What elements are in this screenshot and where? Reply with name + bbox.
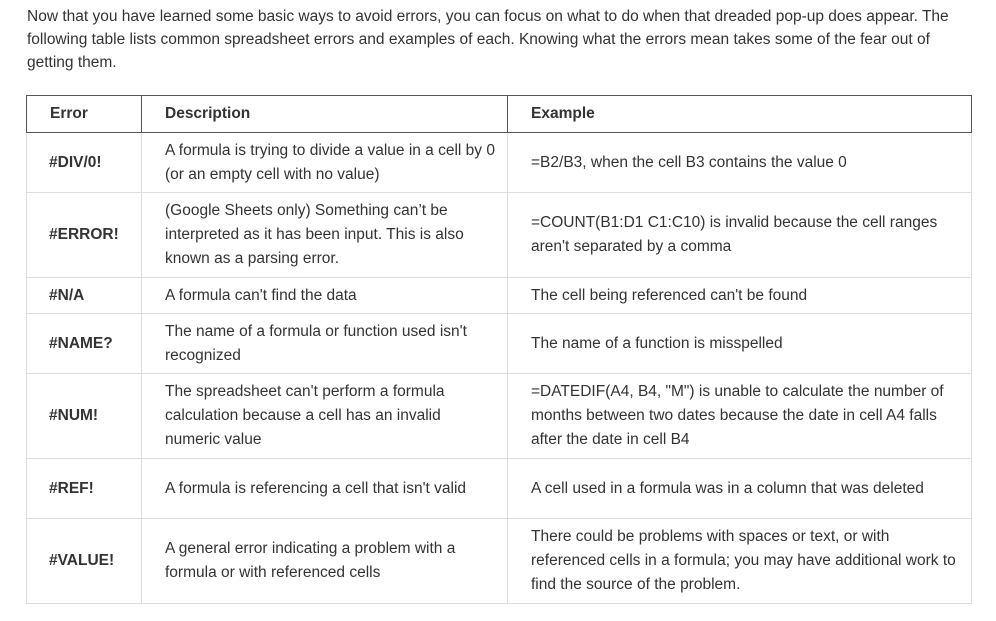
table-row: #N/A A formula can't find the data The c… [26,277,972,314]
table-row: #NUM! The spreadsheet can't perform a fo… [26,373,972,459]
table-row: #VALUE! A general error indicating a pro… [26,518,972,604]
error-description: A formula is referencing a cell that isn… [141,458,508,519]
error-description: A formula can't find the data [141,277,508,314]
error-example: =COUNT(B1:D1 C1:C10) is invalid because … [507,192,972,278]
header-example: Example [507,95,972,133]
error-code: #N/A [26,277,142,314]
error-description: The spreadsheet can't perform a formula … [141,373,508,459]
error-description: A formula is trying to divide a value in… [141,132,508,193]
error-example: =DATEDIF(A4, B4, "M") is unable to calcu… [507,373,972,459]
error-description: A general error indicating a problem wit… [141,518,508,604]
error-code: #NUM! [26,373,142,459]
table-row: #ERROR! (Google Sheets only) Something c… [26,192,972,278]
error-code: #NAME? [26,313,142,374]
error-code: #DIV/0! [26,132,142,193]
intro-paragraph: Now that you have learned some basic way… [27,8,949,71]
header-error: Error [26,95,142,133]
error-example: There could be problems with spaces or t… [507,518,972,604]
table-header-row: Error Description Example [26,95,972,133]
error-example: A cell used in a formula was in a column… [507,458,972,519]
error-description: The name of a formula or function used i… [141,313,508,374]
table-row: #DIV/0! A formula is trying to divide a … [26,132,972,193]
error-description: (Google Sheets only) Something can’t be … [141,192,508,278]
error-example: The cell being referenced can't be found [507,277,972,314]
error-example: The name of a function is misspelled [507,313,972,374]
error-example: =B2/B3, when the cell B3 contains the va… [507,132,972,193]
error-code: #ERROR! [26,192,142,278]
table-row: #REF! A formula is referencing a cell th… [26,458,972,519]
error-code: #REF! [26,458,142,519]
header-description: Description [141,95,508,133]
table-row: #NAME? The name of a formula or function… [26,313,972,374]
errors-table: Error Description Example #DIV/0! A form… [26,95,972,604]
error-code: #VALUE! [26,518,142,604]
